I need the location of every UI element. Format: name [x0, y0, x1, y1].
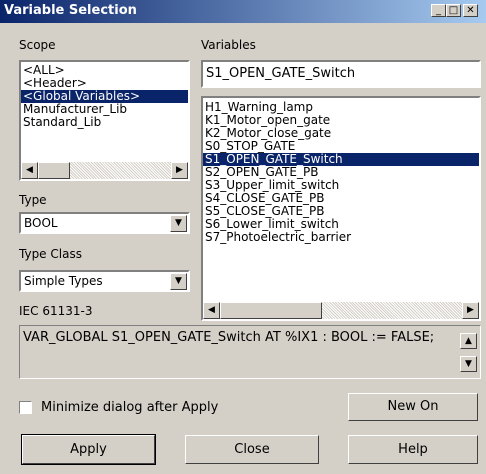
scope-hscrollbar[interactable]: ◀ ▶ — [21, 162, 188, 179]
new-on-button[interactable]: New On — [348, 393, 478, 421]
scroll-right-icon[interactable]: ▶ — [462, 302, 479, 319]
maximize-button[interactable]: □ — [446, 4, 461, 17]
type-class-value: Simple Types — [24, 274, 103, 288]
close-button[interactable]: Close — [185, 435, 319, 464]
declaration-text: VAR_GLOBAL S1_OPEN_GATE_Switch AT %IX1 :… — [23, 330, 435, 345]
variable-name-value: S1_OPEN_GATE_Switch — [206, 66, 356, 81]
type-combo[interactable]: BOOL ▼ — [19, 212, 190, 234]
scroll-thumb[interactable] — [38, 162, 70, 179]
chevron-down-icon[interactable]: ▼ — [170, 273, 187, 290]
scroll-down-icon[interactable]: ▼ — [460, 356, 477, 372]
variable-name-input[interactable]: S1_OPEN_GATE_Switch — [201, 60, 481, 88]
scroll-left-icon[interactable]: ◀ — [21, 162, 38, 179]
apply-button[interactable]: Apply — [21, 434, 156, 465]
help-button[interactable]: Help — [348, 435, 478, 464]
close-window-button[interactable]: ✕ — [463, 4, 478, 17]
minimize-checkbox-label: Minimize dialog after Apply — [41, 400, 219, 415]
standard-label: IEC 61131-3 — [19, 304, 93, 318]
variables-hscrollbar[interactable]: ◀ ▶ — [203, 302, 479, 319]
scroll-thumb[interactable] — [220, 302, 322, 319]
chevron-down-icon[interactable]: ▼ — [170, 215, 187, 232]
window-title: Variable Selection — [4, 3, 137, 18]
minimize-checkbox[interactable] — [19, 401, 32, 414]
declaration-box: VAR_GLOBAL S1_OPEN_GATE_Switch AT %IX1 :… — [19, 325, 481, 379]
type-class-label: Type Class — [19, 247, 82, 261]
scroll-left-icon[interactable]: ◀ — [203, 302, 220, 319]
type-label: Type — [19, 193, 47, 207]
scope-list-item[interactable]: Standard_Lib — [21, 116, 188, 129]
type-value: BOOL — [24, 216, 58, 230]
variables-list[interactable]: H1_Warning_lamp K1_Motor_open_gate K2_Moto… — [201, 96, 481, 321]
variable-list-item[interactable]: S7_Photoelectric_barrier — [203, 231, 479, 244]
scope-label: Scope — [19, 38, 56, 52]
scroll-up-icon[interactable]: ▲ — [460, 333, 477, 349]
minimize-button[interactable]: _ — [431, 4, 446, 17]
scope-list[interactable]: <ALL> <Header> <Global Variables> Manufactu… — [19, 60, 190, 181]
type-class-combo[interactable]: Simple Types ▼ — [19, 270, 190, 292]
scroll-right-icon[interactable]: ▶ — [171, 162, 188, 179]
variables-label: Variables — [201, 38, 256, 52]
